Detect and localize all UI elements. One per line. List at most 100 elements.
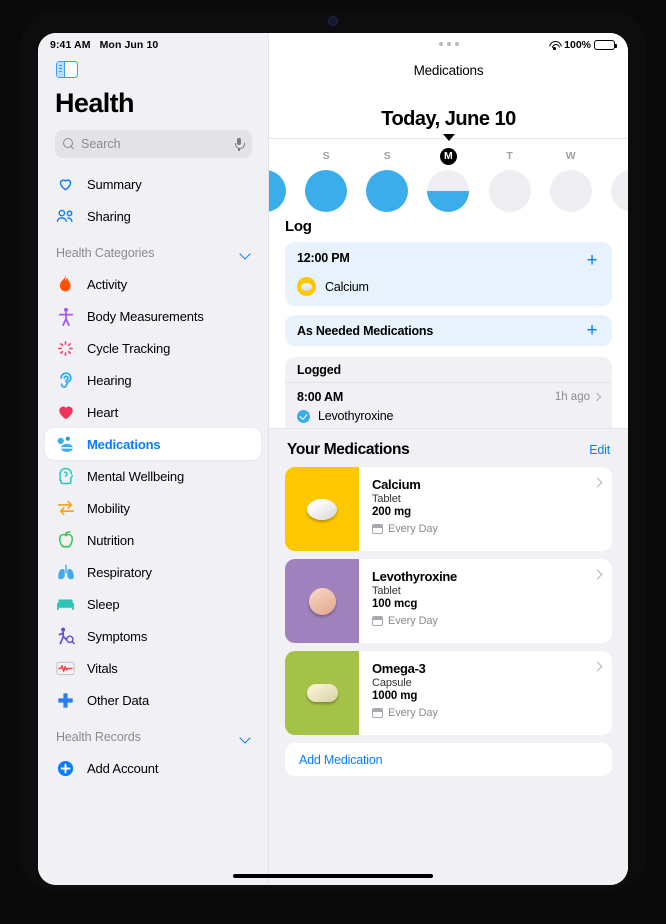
add-medication-button[interactable]: Add Medication — [285, 743, 612, 776]
week-day-label: W — [565, 150, 576, 162]
medication-row[interactable]: Omega-3 Capsule 1000 mg Every Day — [285, 651, 612, 735]
chevron-down-icon[interactable] — [240, 248, 250, 258]
health-records-header[interactable]: Health Records — [38, 722, 268, 752]
sidebar-item-sleep[interactable]: Sleep — [45, 588, 261, 620]
plus-icon[interactable]: + — [584, 321, 600, 340]
plus-circle-icon — [55, 758, 76, 779]
week-day-progress — [269, 170, 286, 212]
week-day-progress — [488, 170, 531, 212]
main-content: 100% Medications Today, June 10 S S M T … — [269, 33, 628, 885]
medication-frequency: Every Day — [372, 523, 602, 535]
home-indicator[interactable] — [233, 873, 433, 878]
week-day-label: M — [439, 148, 457, 165]
waveform-icon — [55, 658, 76, 679]
battery-percent: 100% — [564, 39, 591, 51]
health-categories-header[interactable]: Health Categories — [38, 238, 268, 268]
sidebar-item-other-data[interactable]: Other Data — [45, 684, 261, 716]
sidebar-item-label: Mental Wellbeing — [87, 468, 185, 484]
sidebar-item-mobility[interactable]: Mobility — [45, 492, 261, 524]
arrows-icon — [55, 498, 76, 519]
sidebar-item-respiratory[interactable]: Respiratory — [45, 556, 261, 588]
sidebar-item-summary[interactable]: Summary — [45, 168, 261, 200]
logged-time: 8:00 AM — [297, 390, 344, 404]
medication-frequency-text: Every Day — [388, 523, 438, 535]
chevron-right-icon — [594, 394, 600, 400]
sidebar-item-mental-wellbeing[interactable]: Mental Wellbeing — [45, 460, 261, 492]
medication-name: Omega-3 — [372, 661, 426, 676]
medication-frequency: Every Day — [372, 615, 602, 627]
sidebar-item-label: Respiratory — [87, 564, 152, 580]
chevron-right-icon — [594, 571, 601, 578]
logged-ago[interactable]: 1h ago — [555, 391, 600, 403]
scheduled-medication-row[interactable]: Calcium — [297, 277, 600, 296]
nav-bar-title: Medications — [413, 63, 484, 78]
medication-row[interactable]: Calcium Tablet 200 mg Every Day — [285, 467, 612, 551]
medication-form: Tablet — [372, 493, 401, 505]
status-date: Mon Jun 10 — [99, 39, 159, 51]
as-needed-medications-card[interactable]: As Needed Medications + — [285, 315, 612, 346]
sidebar-toggle-icon[interactable] — [56, 61, 78, 78]
round-pill-shape-icon — [308, 587, 336, 615]
status-time: 9:41 AM — [50, 39, 91, 51]
sidebar-item-add-account[interactable]: Add Account — [45, 752, 261, 784]
sidebar-item-label: Vitals — [87, 660, 118, 676]
sidebar-item-cycle-tracking[interactable]: Cycle Tracking — [45, 332, 261, 364]
logged-ago-text: 1h ago — [554, 391, 590, 403]
status-bar-right: 100% — [548, 39, 617, 51]
sidebar-item-activity[interactable]: Activity — [45, 268, 261, 300]
week-day-label: S — [383, 150, 391, 162]
edit-button[interactable]: Edit — [589, 443, 610, 457]
scheduled-log-card[interactable]: 12:00 PM + Calcium — [285, 242, 612, 306]
wifi-icon — [548, 40, 561, 50]
week-day[interactable]: S — [359, 148, 415, 212]
medication-frequency-text: Every Day — [388, 707, 438, 719]
plus-icon[interactable]: + — [584, 251, 600, 270]
sidebar-nav: Summary Sharing Health Categories Activi… — [38, 168, 268, 784]
sidebar-item-label: Symptoms — [87, 628, 148, 644]
pill-swatch-icon — [297, 277, 316, 296]
chevron-down-icon[interactable] — [240, 732, 250, 742]
sidebar-item-sharing[interactable]: Sharing — [45, 200, 261, 232]
chevron-right-icon — [594, 663, 601, 670]
medication-thumbnail — [285, 559, 359, 643]
sidebar-item-nutrition[interactable]: Nutrition — [45, 524, 261, 556]
medication-row[interactable]: Levothyroxine Tablet 100 mcg Every Day — [285, 559, 612, 643]
sidebar-item-body-measurements[interactable]: Body Measurements — [45, 300, 261, 332]
week-day-progress — [427, 170, 470, 212]
front-camera — [328, 16, 338, 26]
capsule-shape-icon — [306, 684, 338, 702]
week-day[interactable]: W — [543, 148, 599, 212]
week-day[interactable] — [604, 148, 628, 212]
lungs-icon — [55, 562, 76, 583]
medication-thumbnail — [285, 467, 359, 551]
sidebar-item-label: Cycle Tracking — [87, 340, 171, 356]
your-medications-header: Your Medications Edit — [269, 441, 628, 467]
microphone-icon[interactable] — [234, 137, 245, 151]
sidebar-item-label: Hearing — [87, 372, 132, 388]
as-needed-label: As Needed Medications — [297, 323, 434, 338]
sidebar-item-vitals[interactable]: Vitals — [45, 652, 261, 684]
sidebar-item-medications[interactable]: Medications — [45, 428, 261, 460]
sidebar-item-label: Activity — [87, 276, 127, 292]
sidebar-item-label: Heart — [87, 404, 119, 420]
week-selector: S S M T W — [269, 134, 628, 213]
plus-cross-icon — [55, 690, 76, 711]
week-day[interactable]: S — [298, 148, 354, 212]
sidebar-item-symptoms[interactable]: Symptoms — [45, 620, 261, 652]
sidebar-item-hearing[interactable]: Hearing — [45, 364, 261, 396]
multitask-dots-icon[interactable] — [438, 42, 459, 46]
week-day[interactable]: T — [482, 148, 538, 212]
week-day-today[interactable]: M — [420, 148, 476, 212]
week-day-progress — [366, 170, 409, 212]
sidebar-item-heart[interactable]: Heart — [45, 396, 261, 428]
flame-icon — [55, 274, 76, 295]
logged-item: Levothyroxine — [297, 409, 600, 423]
week-days: S S M T W — [269, 148, 628, 212]
search-input[interactable]: Search — [55, 130, 252, 158]
medication-dose: 200 mg — [372, 506, 412, 518]
week-day[interactable] — [269, 148, 293, 212]
week-day-progress — [610, 170, 628, 212]
logged-time-row: 8:00 AM 1h ago — [297, 390, 600, 404]
cycle-icon — [55, 338, 76, 359]
medication-info: Levothyroxine Tablet 100 mcg Every Day — [359, 559, 612, 643]
